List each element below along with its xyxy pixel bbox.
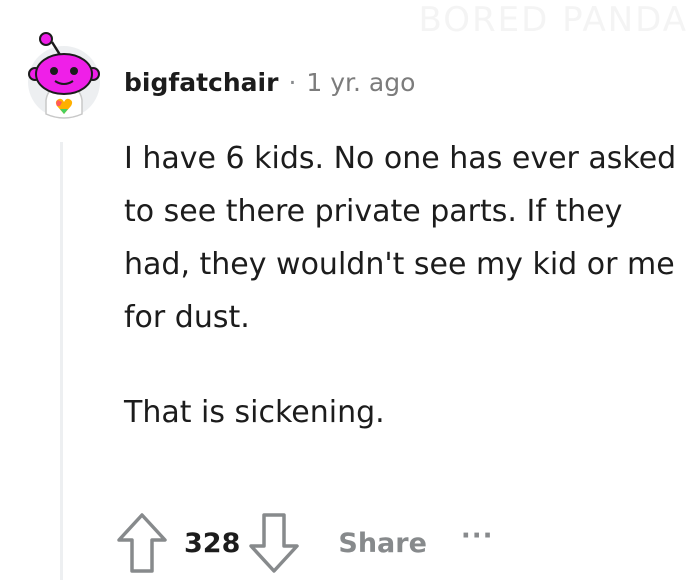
watermark: BORED PANDA: [418, 0, 688, 40]
username[interactable]: bigfatchair: [124, 68, 278, 97]
vote-score: 328: [184, 527, 241, 559]
snoo-avatar-icon[interactable]: [24, 30, 104, 120]
comment-paragraph: That is sickening.: [124, 395, 385, 430]
comment-paragraph: I have 6 kids. No one has ever asked to …: [124, 141, 677, 335]
upvote-button[interactable]: [116, 512, 168, 574]
timestamp[interactable]: 1 yr. ago: [306, 68, 415, 97]
downvote-button[interactable]: [248, 512, 300, 574]
comment-header: bigfatchair · 1 yr. ago: [124, 68, 415, 97]
arrow-down-icon[interactable]: [248, 512, 300, 574]
comment-body: I have 6 kids. No one has ever asked to …: [124, 132, 684, 439]
more-options-icon[interactable]: ···: [461, 521, 494, 551]
separator-dot: ·: [288, 68, 297, 97]
arrow-up-icon[interactable]: [116, 512, 168, 574]
comment-actions: 328 Share ···: [116, 510, 494, 576]
thread-line[interactable]: [60, 142, 63, 580]
share-button[interactable]: Share: [338, 528, 427, 559]
